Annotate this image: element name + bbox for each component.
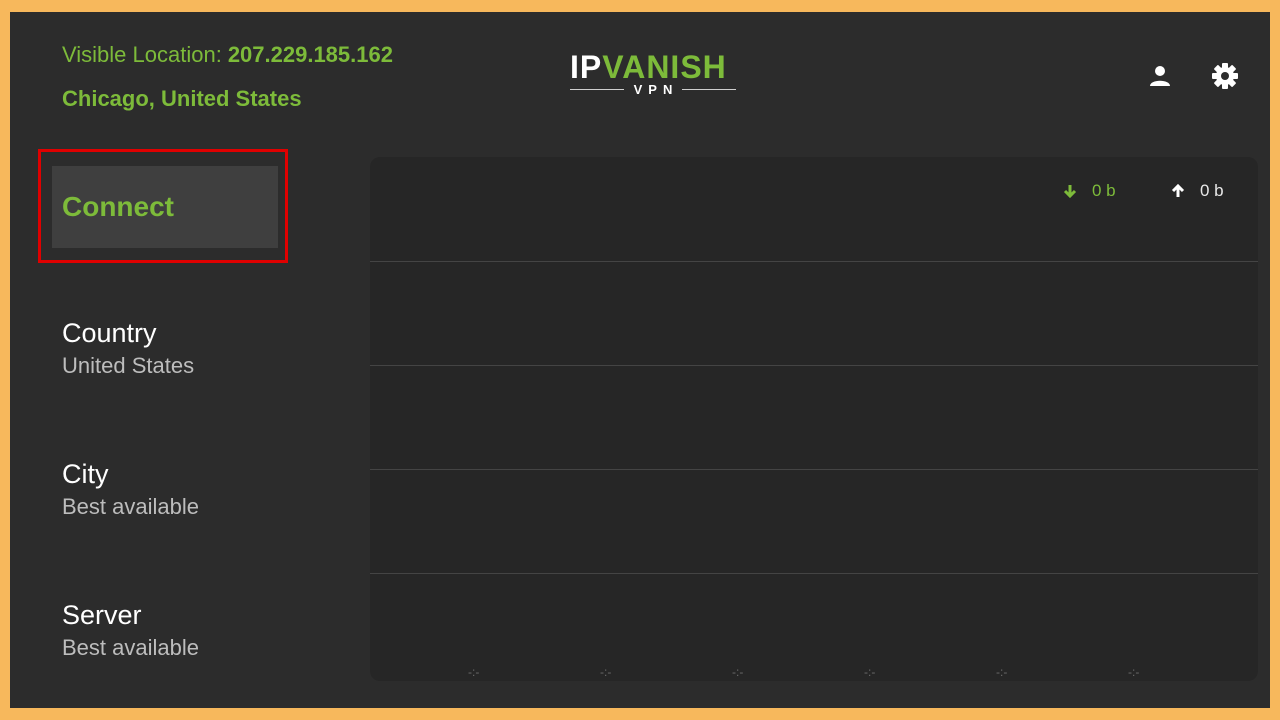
sidebar-item-server[interactable]: Server Best available <box>62 599 322 663</box>
logo-vanish-text: VANISH <box>602 49 727 85</box>
connect-label: Connect <box>62 191 174 222</box>
logo-ip-text: IP <box>570 49 603 85</box>
time-tick: -:- <box>600 665 612 679</box>
sidebar-item-country[interactable]: Country United States <box>62 317 322 381</box>
connect-button[interactable]: Connect <box>52 166 278 248</box>
arrow-down-icon <box>1063 185 1077 199</box>
city-value: Best available <box>62 494 199 519</box>
account-icon[interactable] <box>1146 62 1174 90</box>
download-counter: 0 b <box>1062 181 1116 201</box>
city-title: City <box>62 459 109 489</box>
server-title: Server <box>62 600 142 630</box>
ip-address: 207.229.185.162 <box>227 42 393 67</box>
download-value: 0 b <box>1092 181 1116 200</box>
country-title: Country <box>62 318 157 348</box>
visible-location-label: Visible Location: <box>62 42 222 67</box>
arrow-up-icon <box>1171 183 1185 197</box>
location-text: Chicago, United States <box>62 86 302 111</box>
server-value: Best available <box>62 635 199 660</box>
traffic-graph: 0 b 0 b -:- -:- -:- -:- -:- -:- <box>370 157 1258 681</box>
settings-icon[interactable] <box>1211 62 1239 90</box>
country-value: United States <box>62 353 195 378</box>
visible-location: Visible Location: 207.229.185.162 <box>62 42 393 68</box>
time-tick: -:- <box>996 665 1008 679</box>
sidebar-item-city[interactable]: City Best available <box>62 458 322 522</box>
app-window: Visible Location: 207.229.185.162 Chicago… <box>10 12 1270 708</box>
logo-vpn-text: VPN <box>633 81 679 97</box>
graph-gridline <box>370 469 1258 470</box>
graph-gridline <box>370 365 1258 366</box>
upload-value: 0 b <box>1200 181 1224 200</box>
graph-gridline <box>370 261 1258 262</box>
time-tick: -:- <box>468 665 480 679</box>
upload-counter: 0 b <box>1170 181 1224 201</box>
time-tick: -:- <box>732 665 744 679</box>
graph-gridline <box>370 573 1258 574</box>
time-tick: -:- <box>864 665 876 679</box>
ipvanish-logo: IPVANISH VPN <box>570 49 737 100</box>
time-axis: -:- -:- -:- -:- -:- -:- <box>370 659 1258 679</box>
time-tick: -:- <box>1128 665 1140 679</box>
